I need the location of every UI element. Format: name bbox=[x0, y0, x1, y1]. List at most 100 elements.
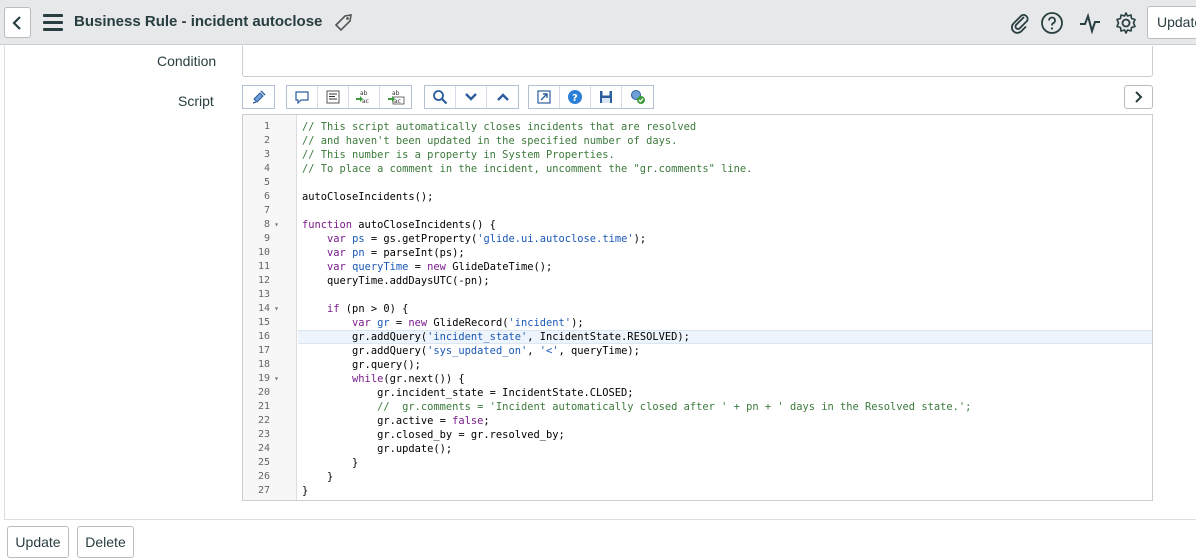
code-line[interactable]: } bbox=[298, 484, 1152, 498]
code-line[interactable]: function autoCloseIncidents() { bbox=[298, 218, 1152, 232]
line-number: 26 bbox=[243, 470, 297, 484]
line-number: 6 bbox=[243, 190, 297, 204]
code-line[interactable]: // gr.comments = 'Incident automatically… bbox=[298, 400, 1152, 414]
code-token: ; bbox=[483, 415, 490, 427]
code-line[interactable] bbox=[298, 204, 1152, 218]
tools-toolbar-group: ? bbox=[528, 85, 654, 109]
search-icon bbox=[433, 90, 448, 105]
code-line[interactable]: gr.query(); bbox=[298, 358, 1152, 372]
code-line[interactable]: autoCloseIncidents(); bbox=[298, 190, 1152, 204]
line-number-text: 12 bbox=[257, 275, 270, 286]
code-line[interactable]: gr.incident_state = IncidentState.CLOSED… bbox=[298, 386, 1152, 400]
code-line[interactable]: var gr = new GlideRecord('incident'); bbox=[298, 316, 1152, 330]
script-debugger-button[interactable] bbox=[622, 86, 653, 108]
code-line[interactable]: gr.active = false; bbox=[298, 414, 1152, 428]
code-line[interactable] bbox=[298, 176, 1152, 190]
update-button[interactable]: Update bbox=[7, 526, 69, 558]
code-line[interactable]: gr.closed_by = gr.resolved_by; bbox=[298, 428, 1152, 442]
line-number-text: 22 bbox=[257, 415, 270, 426]
code-token: function bbox=[302, 219, 353, 231]
code-line[interactable]: // and haven't been updated in the speci… bbox=[298, 134, 1152, 148]
code-token: } bbox=[302, 471, 334, 483]
code-token: gr.update(); bbox=[302, 443, 453, 455]
replace-button[interactable]: ab ac bbox=[349, 86, 380, 108]
code-token: gr.addQuery( bbox=[302, 345, 428, 357]
context-menu-icon[interactable] bbox=[43, 14, 63, 31]
line-number: 4 bbox=[243, 162, 297, 176]
replace-all-button[interactable]: ab ac bbox=[380, 86, 411, 108]
chevron-left-icon bbox=[11, 15, 21, 30]
code-token: new bbox=[427, 261, 446, 273]
code-line[interactable]: while(gr.next()) { bbox=[298, 372, 1152, 386]
code-line[interactable]: // To place a comment in the incident, u… bbox=[298, 162, 1152, 176]
code-line[interactable] bbox=[298, 288, 1152, 302]
forward-button[interactable] bbox=[1124, 85, 1153, 109]
page-title: Business Rule - incident autoclose bbox=[74, 13, 323, 30]
code-token: // This script automatically closes inci… bbox=[302, 121, 697, 133]
code-token: autoCloseIncidents() { bbox=[352, 219, 496, 231]
line-number: 9 bbox=[243, 232, 297, 246]
code-token: // To place a comment in the incident, u… bbox=[302, 163, 753, 175]
tag-icon[interactable] bbox=[332, 11, 354, 33]
expand-button[interactable] bbox=[456, 86, 487, 108]
code-token: , bbox=[527, 345, 540, 357]
line-number: 15 bbox=[243, 316, 297, 330]
back-button[interactable] bbox=[4, 7, 31, 38]
line-number: 14 ▾ bbox=[243, 302, 297, 316]
code-line[interactable]: gr.addQuery('sys_updated_on', '<', query… bbox=[298, 344, 1152, 358]
code-line[interactable]: // This number is a property in System P… bbox=[298, 148, 1152, 162]
condition-label: Condition bbox=[157, 53, 217, 69]
code-line[interactable]: } bbox=[298, 470, 1152, 484]
code-line[interactable]: gr.addQuery('incident_state', IncidentSt… bbox=[298, 330, 1152, 344]
svg-text:?: ? bbox=[572, 93, 578, 104]
code-line[interactable]: // This script automatically closes inci… bbox=[298, 120, 1152, 134]
line-number: 21 bbox=[243, 400, 297, 414]
line-number: 13 bbox=[243, 288, 297, 302]
script-editor[interactable]: 1 2 3 4 5 6 7 8 ▾ 9 10 11 12 13 14 ▾ 15 16 17 18 19 ▾ 20 21 22 23… bbox=[242, 114, 1153, 501]
line-number: 3 bbox=[243, 148, 297, 162]
activity-stream-icon[interactable] bbox=[1078, 11, 1102, 35]
collapse-button[interactable] bbox=[487, 86, 518, 108]
code-line[interactable]: queryTime.addDaysUTC(-pn); bbox=[298, 274, 1152, 288]
condition-field[interactable] bbox=[242, 46, 1153, 77]
code-token: = parseInt(ps); bbox=[364, 247, 465, 259]
fold-toggle-icon[interactable]: ▾ bbox=[274, 302, 279, 316]
code-line[interactable]: var queryTime = new GlideDateTime(); bbox=[298, 260, 1152, 274]
help-icon[interactable] bbox=[1040, 11, 1064, 35]
toggle-syntax-editor-button[interactable] bbox=[242, 85, 275, 109]
code-line[interactable]: gr.update(); bbox=[298, 442, 1152, 456]
code-token: (gr.next()) { bbox=[383, 373, 465, 385]
update-button-header[interactable]: Update bbox=[1147, 6, 1196, 39]
code-line[interactable]: var pn = parseInt(ps); bbox=[298, 246, 1152, 260]
save-button[interactable] bbox=[591, 86, 622, 108]
fullscreen-button[interactable] bbox=[529, 86, 560, 108]
code-token: if bbox=[327, 303, 340, 315]
code-token: = gs.getProperty( bbox=[364, 233, 478, 245]
fold-toggle-icon[interactable]: ▾ bbox=[274, 218, 279, 232]
help-button[interactable]: ? bbox=[560, 86, 591, 108]
code-line[interactable]: } bbox=[298, 456, 1152, 470]
line-number-text: 4 bbox=[263, 163, 270, 174]
code-token: var bbox=[352, 317, 371, 329]
attachment-icon[interactable] bbox=[1008, 11, 1032, 35]
comment-button[interactable] bbox=[287, 86, 318, 108]
code-line[interactable]: var ps = gs.getProperty('glide.ui.autocl… bbox=[298, 232, 1152, 246]
chevron-right-icon bbox=[1134, 91, 1142, 103]
fold-toggle-icon[interactable]: ▾ bbox=[274, 372, 279, 386]
code-token: pn bbox=[352, 247, 365, 259]
line-number: 20 bbox=[243, 386, 297, 400]
code-token: } bbox=[302, 457, 359, 469]
search-button[interactable] bbox=[425, 86, 456, 108]
line-number-text: 24 bbox=[257, 443, 270, 454]
format-code-button[interactable] bbox=[318, 86, 349, 108]
code-line[interactable]: if (pn > 0) { bbox=[298, 302, 1152, 316]
delete-button[interactable]: Delete bbox=[77, 526, 134, 558]
line-number-gutter: 1 2 3 4 5 6 7 8 ▾ 9 10 11 12 13 14 ▾ 15 16 17 18 19 ▾ 20 21 22 23… bbox=[243, 115, 297, 500]
line-number: 1 bbox=[243, 120, 297, 134]
gear-icon[interactable] bbox=[1114, 11, 1138, 35]
line-number-text: 6 bbox=[263, 191, 270, 202]
code-token: gr.query(); bbox=[302, 359, 421, 371]
